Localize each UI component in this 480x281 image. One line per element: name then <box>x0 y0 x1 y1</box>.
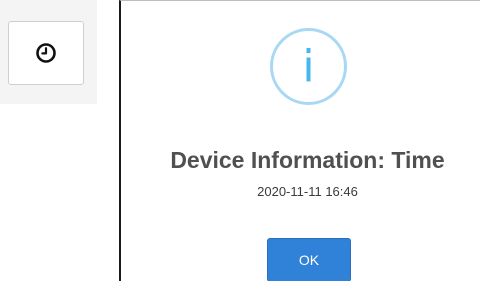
ok-button[interactable]: OK <box>267 238 351 281</box>
dialog-title: Device Information: Time <box>170 147 445 173</box>
toolbar-tile <box>0 0 97 104</box>
clock-icon <box>36 43 56 63</box>
screen: i Device Information: Time 2020-11-11 16… <box>0 0 480 281</box>
info-icon-glyph: i <box>302 40 315 92</box>
device-info-dialog: i Device Information: Time 2020-11-11 16… <box>119 0 480 281</box>
info-icon: i <box>270 28 347 105</box>
device-time-value: 2020-11-11 16:46 <box>257 184 358 199</box>
time-button[interactable] <box>8 21 84 85</box>
